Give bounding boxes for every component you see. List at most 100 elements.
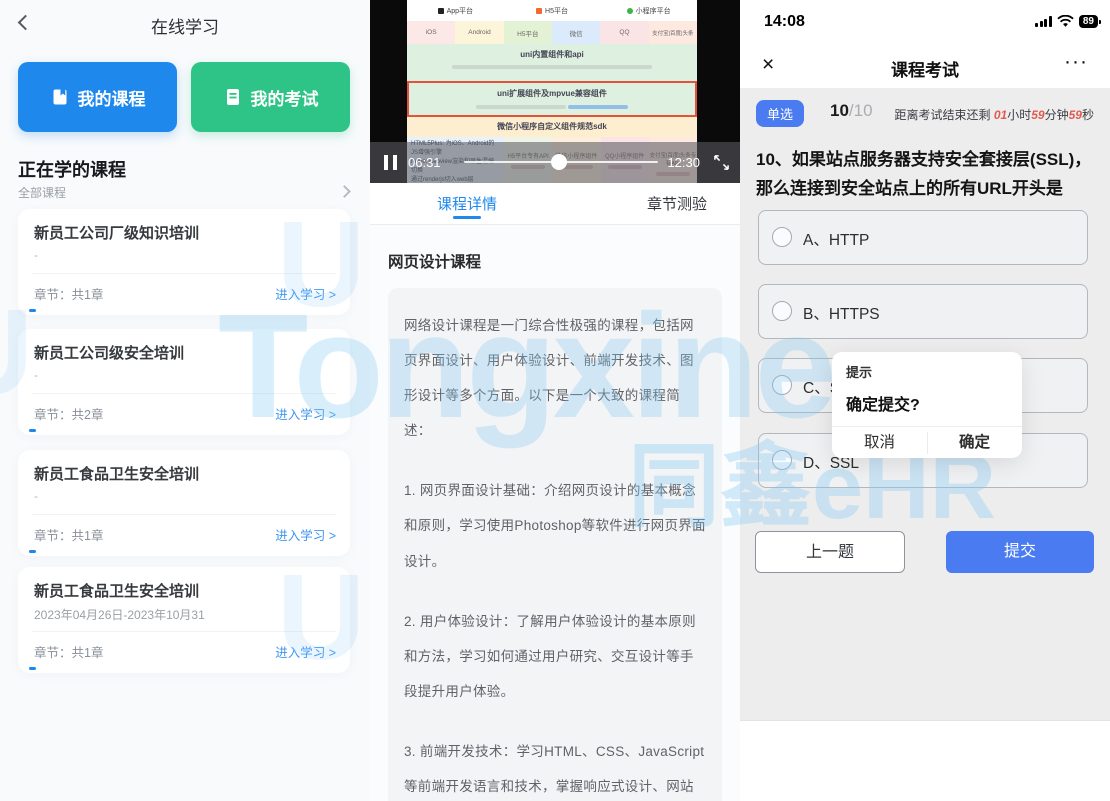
enter-study-link[interactable]: 进入学习 > [275, 404, 336, 423]
question-counter: 10/10 [830, 101, 873, 121]
more-icon[interactable]: ··· [1064, 50, 1088, 74]
blurred-link-text [568, 105, 628, 109]
slide-header-app: App平台 [407, 6, 504, 16]
book-icon [50, 87, 70, 107]
course-detail-screen: App平台 H5平台 小程序平台 iOS Android H5平台 微信 QQ … [370, 0, 740, 801]
browser-bottom-bar [740, 720, 1110, 801]
course-card[interactable]: 新员工公司级安全培训 - 章节：共2章 进入学习 > [18, 329, 350, 435]
video-controls: 06:31 12:30 [370, 142, 740, 183]
tab-course-detail[interactable]: 课程详情 [422, 193, 512, 214]
course-subtitle: - [34, 248, 38, 262]
dialog-message: 确定提交? [846, 391, 920, 415]
question-text: 10、如果站点服务器支持安全套接层(SSL)，那么连接到安全站点上的所有URL开… [756, 146, 1094, 204]
slide-header-mini: 小程序平台 [600, 6, 697, 16]
course-exam-screen: 14:08 89 × 课程考试 ··· 单选 10/10 距离考试结束还剩 01… [740, 0, 1110, 801]
dialog-title: 提示 [846, 362, 872, 381]
uni-extension-band-highlighted: uni扩展组件及mpvue兼容组件 [407, 81, 697, 117]
platform-cell: iOS [407, 21, 455, 44]
divider [32, 393, 336, 394]
exam-countdown: 距离考试结束还剩 01小时59分钟59秒 [895, 106, 1094, 123]
video-current-time: 06:31 [408, 155, 441, 170]
video-player[interactable]: App平台 H5平台 小程序平台 iOS Android H5平台 微信 QQ … [370, 0, 740, 183]
online-learning-screen: 在线学习 我的课程 我的考试 正在学的课程 全部课程 新员工公司厂级知识培训 -… [0, 0, 370, 801]
course-card[interactable]: 新员工食品卫生安全培训 2023年04月26日-2023年10月31 章节：共1… [18, 567, 350, 673]
video-progress-track[interactable] [464, 161, 658, 163]
wx-sdk-band: 微信小程序自定义组件规范sdk [407, 117, 697, 137]
course-chapters: 章节：共1章 [34, 525, 103, 544]
exam-meta-row: 单选 10/10 距离考试结束还剩 01小时59分钟59秒 [740, 88, 1110, 138]
course-title: 新员工公司厂级知识培训 [34, 222, 199, 243]
enter-study-link[interactable]: 进入学习 > [275, 525, 336, 544]
option-a[interactable]: A、HTTP [758, 210, 1088, 265]
radio-icon[interactable] [772, 450, 792, 470]
course-paragraph: 1. 网页界面设计基础：介绍网页设计的基本概念和原则，学习使用Photoshop… [404, 473, 706, 578]
course-card[interactable]: 新员工食品卫生安全培训 - 章节：共1章 进入学习 > [18, 450, 350, 556]
dialog-cancel-button[interactable]: 取消 [832, 427, 927, 458]
status-bar: 14:08 89 [740, 0, 1110, 44]
platform-cell: 支付宝|百度|头条 [649, 21, 697, 44]
wifi-icon [1057, 15, 1074, 28]
progress-bar [29, 429, 36, 432]
course-tabs: 课程详情 章节测验 [370, 183, 740, 225]
submit-button[interactable]: 提交 [946, 531, 1094, 573]
course-chapters: 章节：共1章 [34, 284, 103, 303]
course-title: 新员工公司级安全培训 [34, 342, 184, 363]
course-chapters: 章节：共2章 [34, 404, 103, 423]
tab-chapter-quiz[interactable]: 章节测验 [632, 193, 722, 214]
course-heading: 网页设计课程 [388, 250, 481, 272]
dialog-confirm-button[interactable]: 确定 [927, 427, 1022, 458]
my-courses-label: 我的课程 [78, 85, 146, 110]
course-paragraph: 3. 前端开发技术：学习HTML、CSS、JavaScript等前端开发语言和技… [404, 734, 706, 801]
document-icon [223, 87, 243, 107]
miniprogram-icon [627, 8, 633, 14]
course-paragraph: 网络设计课程是一门综合性极强的课程，包括网页界面设计、用户体验设计、前端开发技术… [404, 308, 706, 448]
enter-study-link[interactable]: 进入学习 > [275, 284, 336, 303]
course-subtitle: - [34, 489, 38, 503]
pause-icon[interactable] [384, 155, 397, 170]
my-exams-label: 我的考试 [251, 85, 319, 110]
enter-study-link[interactable]: 进入学习 > [275, 642, 336, 661]
confirm-submit-dialog: 提示 确定提交? 取消 确定 [832, 352, 1022, 458]
fullscreen-icon[interactable] [713, 154, 730, 171]
course-title: 新员工食品卫生安全培训 [34, 463, 199, 484]
status-time: 14:08 [764, 13, 805, 31]
option-b[interactable]: B、HTTPS [758, 284, 1088, 339]
previous-question-button[interactable]: 上一题 [755, 531, 905, 573]
divider [32, 631, 336, 632]
my-exams-button[interactable]: 我的考试 [191, 62, 350, 132]
course-date-range: 2023年04月26日-2023年10月31 [34, 606, 205, 623]
chevron-right-icon[interactable] [338, 185, 351, 198]
my-courses-button[interactable]: 我的课程 [18, 62, 177, 132]
course-card[interactable]: 新员工公司厂级知识培训 - 章节：共1章 进入学习 > [18, 209, 350, 315]
section-title: 正在学的课程 [18, 156, 126, 182]
platform-cell: Android [455, 21, 503, 44]
radio-icon[interactable] [772, 301, 792, 321]
exam-navbar: × 课程考试 ··· [740, 44, 1110, 88]
course-chapters: 章节：共1章 [34, 642, 103, 661]
radio-icon[interactable] [772, 227, 792, 247]
platform-cell: QQ [600, 21, 648, 44]
divider [32, 514, 336, 515]
all-courses-link[interactable]: 全部课程 [18, 184, 66, 201]
radio-icon[interactable] [772, 375, 792, 395]
page-title: 在线学习 [0, 13, 370, 38]
platform-cell: H5平台 [504, 21, 552, 44]
slide-header-h5: H5平台 [504, 6, 601, 16]
app-platform-icon [438, 8, 444, 14]
learning-header: 在线学习 [0, 0, 370, 48]
video-duration: 12:30 [667, 155, 700, 170]
h5-platform-icon [536, 8, 542, 14]
blurred-text [476, 105, 566, 109]
course-title: 新员工食品卫生安全培训 [34, 580, 199, 601]
course-subtitle: - [34, 368, 38, 382]
active-tab-underline [453, 216, 481, 219]
exam-title: 课程考试 [740, 56, 1110, 81]
platform-cell: 微信 [552, 21, 600, 44]
progress-bar [29, 309, 36, 312]
progress-bar [29, 550, 36, 553]
video-progress-handle[interactable] [551, 154, 567, 170]
course-description-card: 网络设计课程是一门综合性极强的课程，包括网页界面设计、用户体验设计、前端开发技术… [388, 288, 722, 801]
question-type-badge: 单选 [756, 100, 804, 127]
battery-icon: 89 [1079, 15, 1098, 28]
divider [32, 273, 336, 274]
